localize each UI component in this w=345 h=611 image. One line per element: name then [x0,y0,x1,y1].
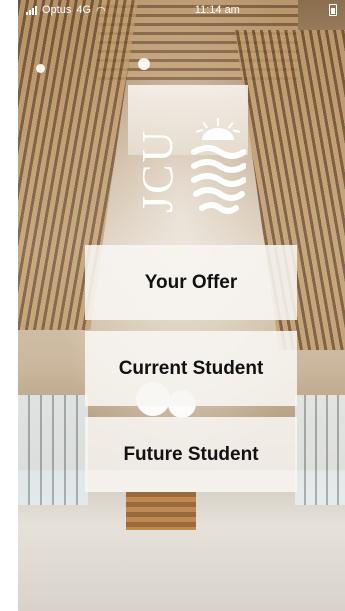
clock: 11:14 am [194,4,240,16]
app-screen: Optus 4G ◠ 11:14 am JCU Your Offer Curre… [18,0,345,611]
future-student-button[interactable]: Future Student [85,417,297,492]
current-student-button[interactable]: Current Student [85,331,297,406]
your-offer-label: Your Offer [144,271,238,293]
jcu-logo: JCU [133,118,248,226]
stairs [126,492,196,530]
ceiling-lamp [138,58,150,70]
signal-icon [26,5,37,15]
battery-icon [329,4,337,16]
network-label: 4G [76,4,92,16]
future-student-label: Future Student [123,443,259,465]
wifi-icon: ◠ [96,4,106,17]
logo-text: JCU [133,128,182,214]
current-student-label: Current Student [118,357,264,379]
status-bar: Optus 4G ◠ 11:14 am [18,0,345,20]
your-offer-button[interactable]: Your Offer [85,245,297,320]
glass-wall [18,395,88,505]
jcu-logo-mark [191,118,246,214]
status-left: Optus 4G ◠ [26,4,106,17]
carrier-label: Optus [42,4,72,16]
ceiling-lamp [36,64,45,73]
glass-wall [295,395,345,505]
